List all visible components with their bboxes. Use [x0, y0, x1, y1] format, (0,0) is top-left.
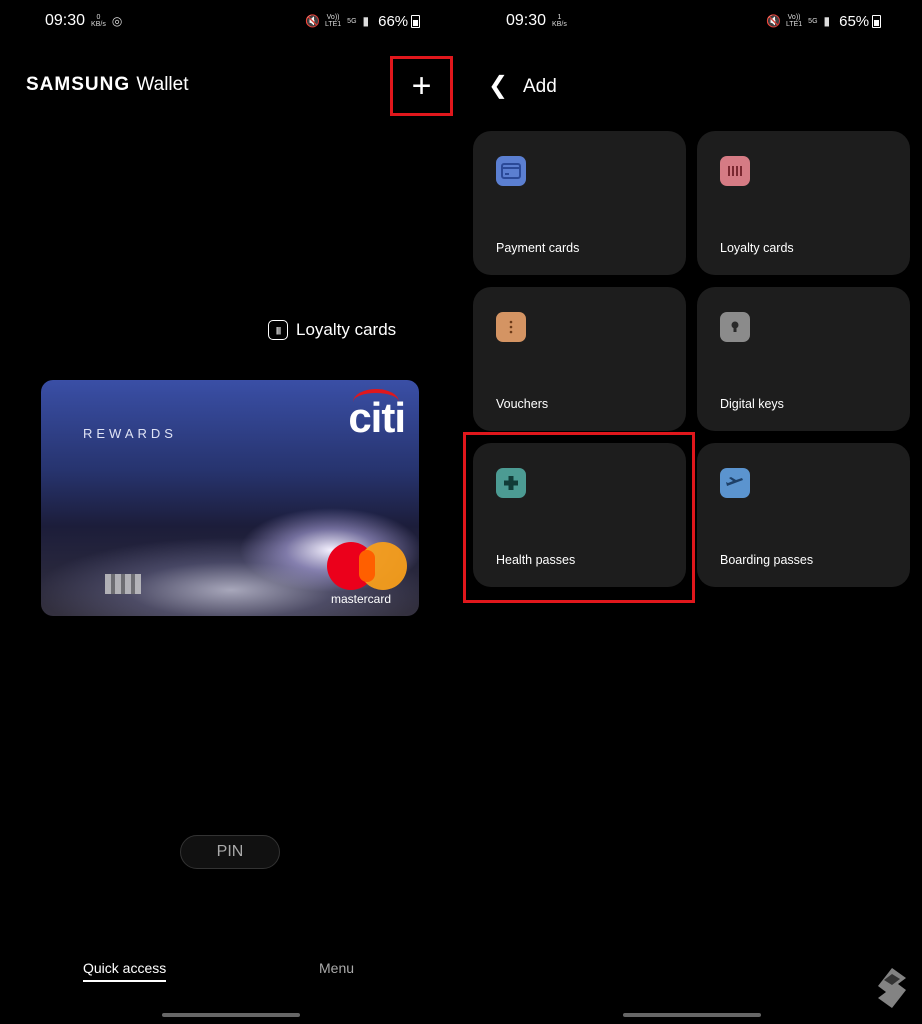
card-rewards-label: REWARDS [83, 426, 177, 441]
mute-icon: 🔇 [766, 14, 781, 28]
status-time-right: 09:30 [506, 12, 547, 29]
airplane-icon [720, 468, 750, 498]
watermark-logo-icon [878, 968, 906, 1008]
voucher-icon [496, 312, 526, 342]
battery-icon [872, 14, 882, 28]
tile-digital-keys[interactable]: Digital keys [697, 287, 910, 431]
mastercard-overlap [359, 550, 375, 582]
brand-suffix: Wallet [136, 74, 189, 95]
loyalty-cards-link[interactable]: |||| Loyalty cards [268, 320, 396, 340]
speed-value: 0 [96, 14, 101, 21]
mute-icon: 🔇 [305, 14, 320, 28]
tile-label: Digital keys [720, 397, 784, 411]
highlight-box [463, 432, 695, 603]
battery-percent-right: 65% [839, 12, 870, 30]
speed-value-right: 1 [557, 14, 562, 21]
keyhole-svg [731, 321, 739, 332]
card-issuer-logo: citi [348, 394, 406, 441]
section-title: Loyalty cards [296, 320, 397, 339]
status-bar-right: 09:30 1 KB/s [506, 10, 573, 32]
fiveg-indicator: 5G [347, 17, 357, 25]
page-title: Add [523, 76, 557, 97]
tile-vouchers[interactable]: Vouchers [473, 287, 686, 431]
home-indicator-right[interactable] [623, 1013, 761, 1017]
volte-indicator: Vo)) LTE1 [325, 14, 341, 28]
barcode-svg [728, 166, 742, 176]
payment-card-icon [496, 156, 526, 186]
lte-label: LTE1 [324, 21, 342, 28]
tile-label: Boarding passes [720, 553, 814, 567]
tile-label: Loyalty cards [720, 241, 794, 255]
status-bar-left: 09:30 0 KB/s ◎ [45, 10, 127, 32]
signal-icon: ▮ [362, 14, 370, 28]
plus-icon: + [411, 67, 432, 105]
status-icons-left: 🔇 Vo)) LTE1 5G ▮ 66% [305, 10, 421, 32]
payment-card[interactable]: REWARDS citi mastercard [41, 380, 419, 616]
lte-label-right: LTE1 [785, 21, 803, 28]
volte-indicator-right: Vo)) LTE1 [786, 14, 802, 28]
barcode-icon: |||| [268, 320, 288, 340]
keyhole-icon [720, 312, 750, 342]
voucher-svg [509, 320, 513, 334]
add-button[interactable]: + [390, 56, 453, 116]
speed-unit-right: KB/s [552, 21, 567, 28]
tab-menu[interactable]: Menu [319, 960, 354, 976]
status-icons-right: 🔇 Vo)) LTE1 5G ▮ 65% [766, 10, 882, 32]
tile-payment-cards[interactable]: Payment cards [473, 131, 686, 275]
pin-button[interactable]: PIN [180, 835, 280, 869]
tab-quick-access[interactable]: Quick access [83, 960, 167, 982]
fiveg-indicator-right: 5G [808, 17, 818, 25]
airplane-svg [726, 477, 743, 486]
payment-card-svg [501, 163, 521, 179]
volte-label: Vo)) [326, 14, 340, 21]
fingerprint-icon: ◎ [111, 14, 123, 28]
card-number-masked [105, 574, 141, 594]
signal-icon: ▮ [823, 14, 831, 28]
battery-percent: 66% [378, 12, 409, 30]
volte-label-right: Vo)) [787, 14, 801, 21]
home-indicator-left[interactable] [162, 1013, 300, 1017]
app-title: SAMSUNG Wallet [26, 74, 189, 96]
tile-loyalty-cards[interactable]: Loyalty cards [697, 131, 910, 275]
battery-icon [411, 14, 421, 28]
card-network-label: mastercard [331, 592, 392, 606]
tile-label: Vouchers [496, 397, 549, 411]
loyalty-barcode-icon [720, 156, 750, 186]
speed-unit: KB/s [91, 21, 106, 28]
brand-name: SAMSUNG [26, 74, 131, 95]
network-speed: 0 KB/s [91, 14, 106, 28]
status-time: 09:30 [45, 12, 86, 29]
back-chevron-icon[interactable]: ❮ [488, 74, 508, 98]
tile-boarding-passes[interactable]: Boarding passes [697, 443, 910, 587]
tile-label: Payment cards [496, 241, 580, 255]
network-speed-right: 1 KB/s [552, 14, 567, 28]
